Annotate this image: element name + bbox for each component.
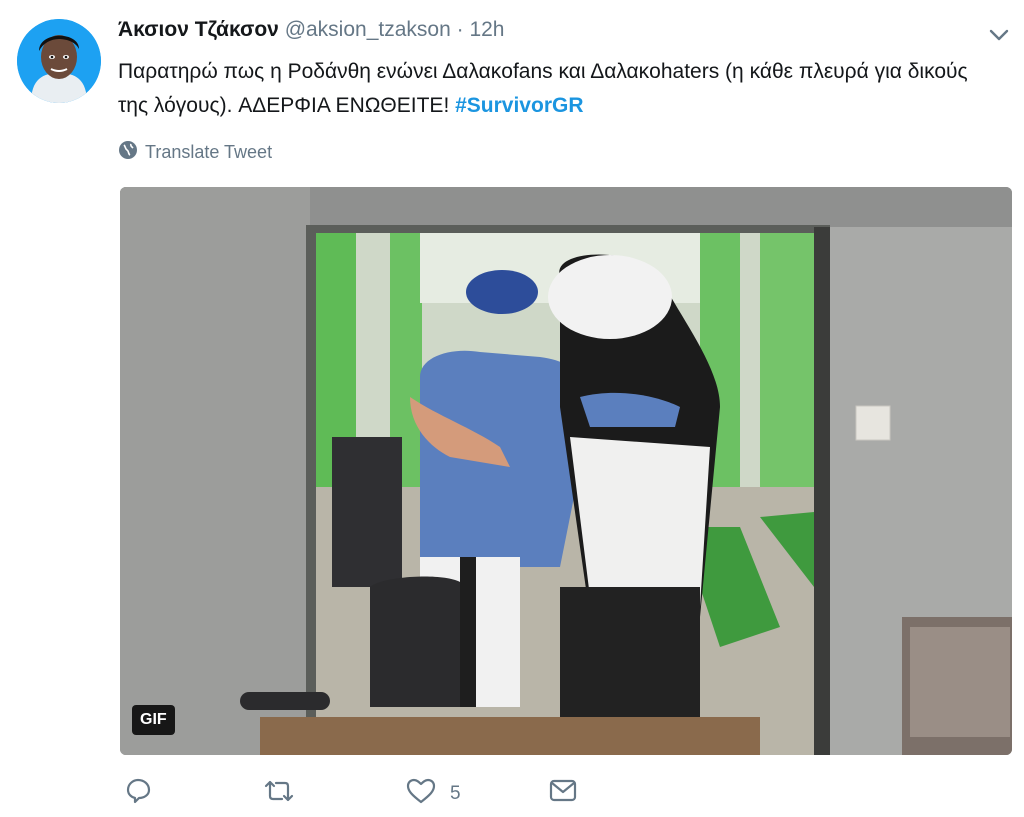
translate-label: Translate Tweet (145, 142, 273, 162)
gif-badge: GIF (132, 705, 175, 735)
message-icon (548, 778, 578, 810)
reply-icon (124, 778, 152, 810)
separator-dot: · (456, 18, 464, 41)
tweet-header: Άκσιον Τζάκσον @aksion_tzakson · 12h (118, 18, 505, 42)
gif-media[interactable]: GIF (120, 187, 1012, 755)
handle[interactable]: @aksion_tzakson (285, 18, 451, 41)
translate-tweet[interactable]: Translate Tweet (118, 140, 272, 165)
reply-button[interactable] (124, 778, 166, 810)
avatar-image (17, 19, 101, 103)
message-button[interactable] (548, 778, 578, 810)
globe-icon (118, 140, 138, 165)
retweet-icon (262, 778, 296, 810)
caret-down-icon[interactable] (988, 24, 1010, 46)
tweet-actions: 5 (0, 778, 1024, 816)
tweet-text: Παρατηρώ πως η Ροδάνθη ενώνει Δαλακofans… (118, 55, 998, 123)
like-icon (406, 778, 436, 810)
display-name[interactable]: Άκσιον Τζάκσον (118, 18, 279, 41)
timestamp[interactable]: 12h (469, 18, 504, 41)
avatar[interactable] (17, 19, 101, 103)
gif-frame-image (120, 187, 1012, 755)
retweet-button[interactable] (262, 778, 310, 810)
hashtag-link[interactable]: #SurvivorGR (455, 94, 583, 117)
like-button[interactable]: 5 (406, 778, 461, 810)
like-count: 5 (450, 783, 461, 804)
